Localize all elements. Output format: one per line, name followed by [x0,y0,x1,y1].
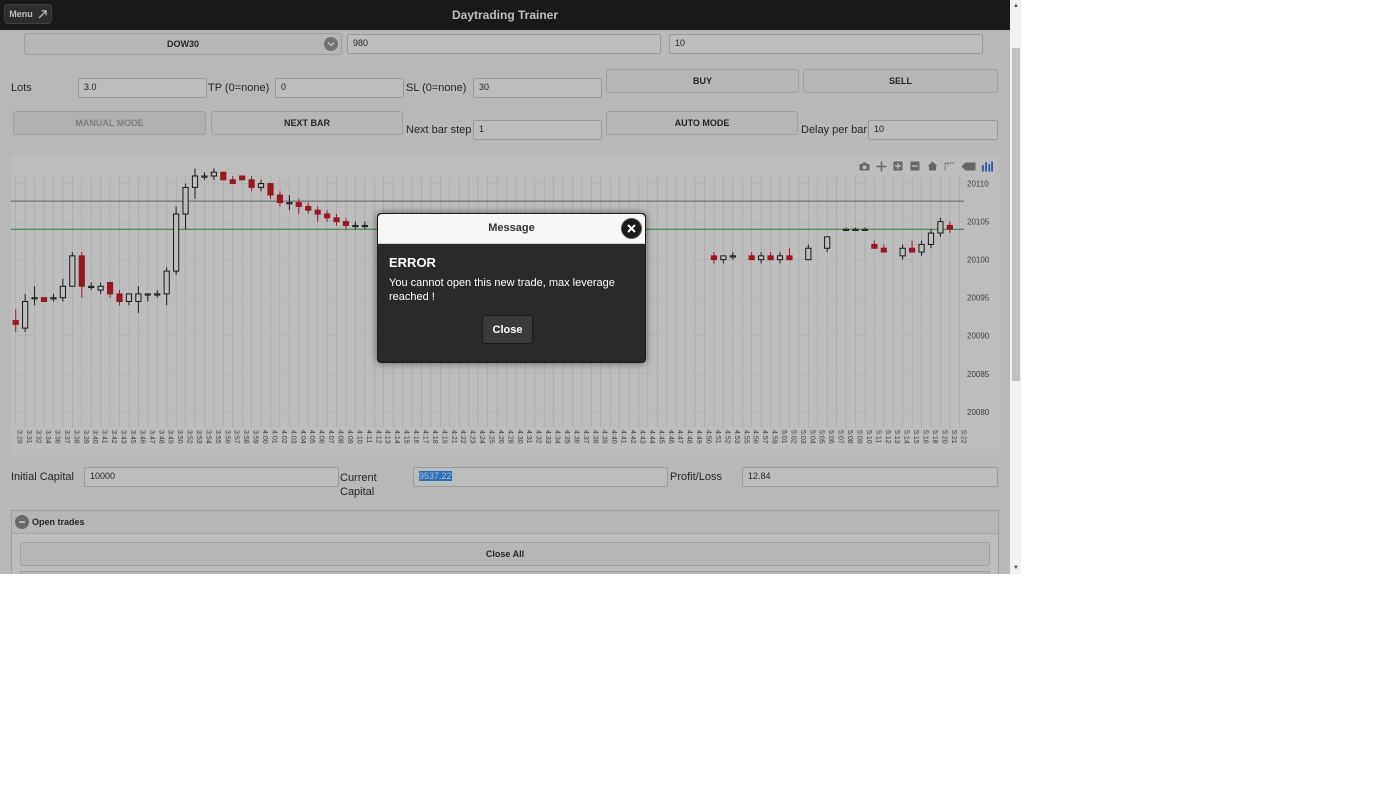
dialog-close-button[interactable]: Close [482,315,533,344]
scroll-up-icon[interactable]: ▲ [1012,2,1020,10]
dialog-header: Message [378,214,645,244]
dialog-message: You cannot open this new trade, max leve… [389,277,615,303]
dialog-title: ERROR [389,255,436,270]
scroll-down-icon[interactable]: ▼ [1012,564,1020,572]
scrollbar-thumb[interactable] [1012,48,1020,381]
error-dialog: Message ERROR You cannot open this new t… [377,213,646,363]
app-page: Menu Daytrading Trainer DOW30 980 10 Lot… [0,0,1010,574]
dialog-close-icon[interactable] [621,218,642,239]
